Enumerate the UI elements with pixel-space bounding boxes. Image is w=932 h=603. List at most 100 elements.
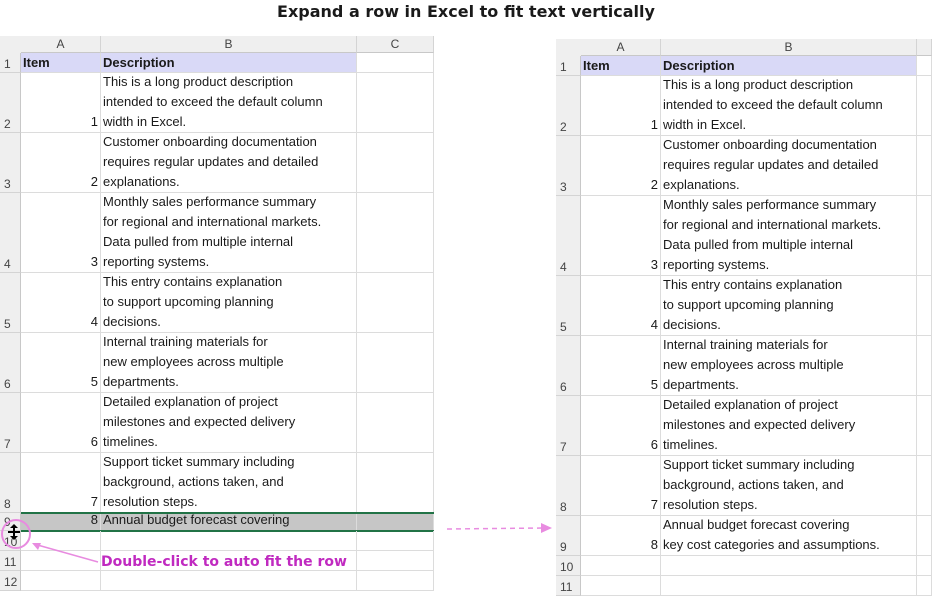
row-header[interactable]: 12: [0, 571, 21, 591]
row-header[interactable]: 8: [556, 456, 581, 516]
empty-cell[interactable]: [917, 396, 932, 456]
empty-cell[interactable]: [661, 576, 917, 596]
row-header[interactable]: 2: [556, 76, 581, 136]
item-cell[interactable]: 7: [581, 456, 661, 516]
item-cell[interactable]: 1: [21, 73, 101, 133]
item-cell[interactable]: 2: [21, 133, 101, 193]
select-all-corner[interactable]: [556, 39, 582, 57]
row-number: 4: [560, 260, 567, 274]
header-cell-description[interactable]: Description: [661, 56, 917, 76]
empty-cell[interactable]: [357, 193, 434, 273]
description-cell[interactable]: Internal training materials for new empl…: [101, 333, 357, 393]
empty-cell[interactable]: [357, 273, 434, 333]
row-header[interactable]: 5: [556, 276, 581, 336]
empty-cell[interactable]: [357, 73, 434, 133]
empty-cell[interactable]: [661, 556, 917, 576]
row-header[interactable]: 4: [0, 193, 21, 273]
row-header[interactable]: 8: [0, 453, 21, 513]
row-number: 4: [4, 257, 11, 271]
column-header-b[interactable]: B: [661, 39, 917, 56]
empty-cell[interactable]: [357, 53, 434, 73]
item-cell[interactable]: 7: [21, 453, 101, 513]
description-cell[interactable]: Customer onboarding documentation requir…: [661, 136, 917, 196]
empty-cell[interactable]: [917, 516, 932, 556]
empty-cell[interactable]: [357, 333, 434, 393]
row-number: 7: [560, 440, 567, 454]
row-header[interactable]: 6: [556, 336, 581, 396]
row-header[interactable]: 9: [556, 516, 581, 556]
item-cell[interactable]: 1: [581, 76, 661, 136]
empty-cell[interactable]: [357, 551, 434, 571]
description-cell[interactable]: This is a long product description inten…: [101, 73, 357, 133]
row-header[interactable]: 1: [556, 56, 581, 76]
column-header-a[interactable]: A: [581, 39, 661, 56]
row-header[interactable]: 6: [0, 333, 21, 393]
empty-cell[interactable]: [101, 531, 357, 551]
empty-cell[interactable]: [21, 571, 101, 591]
empty-cell[interactable]: [101, 571, 357, 591]
row-number: 12: [4, 575, 18, 589]
header-cell-item[interactable]: Item: [581, 56, 661, 76]
select-all-corner[interactable]: [0, 36, 22, 54]
empty-cell[interactable]: [357, 513, 434, 531]
empty-cell[interactable]: [917, 336, 932, 396]
item-cell[interactable]: 5: [21, 333, 101, 393]
column-header-a[interactable]: A: [21, 36, 101, 53]
empty-cell[interactable]: [917, 556, 932, 576]
row-header[interactable]: 4: [556, 196, 581, 276]
empty-cell[interactable]: [357, 393, 434, 453]
empty-cell[interactable]: [917, 56, 932, 76]
header-cell-description[interactable]: Description: [101, 53, 357, 73]
empty-cell[interactable]: [917, 76, 932, 136]
item-cell[interactable]: 3: [21, 193, 101, 273]
item-cell[interactable]: 8: [21, 513, 101, 531]
row-header[interactable]: 11: [556, 576, 581, 596]
empty-cell[interactable]: [357, 571, 434, 591]
row-header[interactable]: 10: [556, 556, 581, 576]
description-cell[interactable]: Internal training materials for new empl…: [661, 336, 917, 396]
description-cell[interactable]: This entry contains explanation to suppo…: [101, 273, 357, 333]
description-cell[interactable]: Support ticket summary including backgro…: [101, 453, 357, 513]
item-cell[interactable]: 4: [21, 273, 101, 333]
row-header[interactable]: 7: [0, 393, 21, 453]
row-header[interactable]: 1: [0, 53, 21, 73]
description-cell[interactable]: Detailed explanation of project mileston…: [101, 393, 357, 453]
description-cell[interactable]: Annual budget forecast covering key cost…: [661, 516, 917, 556]
description-cell[interactable]: Monthly sales performance summary for re…: [101, 193, 357, 273]
row-header[interactable]: 3: [556, 136, 581, 196]
description-cell[interactable]: Detailed explanation of project mileston…: [661, 396, 917, 456]
description-cell[interactable]: Annual budget forecast covering: [101, 513, 357, 531]
description-cell[interactable]: This is a long product description inten…: [661, 76, 917, 136]
row-header[interactable]: 3: [0, 133, 21, 193]
row-header[interactable]: 11: [0, 551, 21, 571]
item-cell[interactable]: 2: [581, 136, 661, 196]
row-number: 8: [560, 500, 567, 514]
empty-cell[interactable]: [917, 136, 932, 196]
item-cell[interactable]: 3: [581, 196, 661, 276]
row-header[interactable]: 5: [0, 273, 21, 333]
item-cell[interactable]: 8: [581, 516, 661, 556]
item-cell[interactable]: 6: [21, 393, 101, 453]
empty-cell[interactable]: [917, 276, 932, 336]
row-header[interactable]: 2: [0, 73, 21, 133]
empty-cell[interactable]: [917, 576, 932, 596]
empty-cell[interactable]: [357, 453, 434, 513]
description-cell[interactable]: Customer onboarding documentation requir…: [101, 133, 357, 193]
item-cell[interactable]: 5: [581, 336, 661, 396]
empty-cell[interactable]: [357, 133, 434, 193]
column-header-c[interactable]: C: [357, 36, 434, 53]
empty-cell[interactable]: [917, 196, 932, 276]
row-header[interactable]: 7: [556, 396, 581, 456]
item-cell[interactable]: 6: [581, 396, 661, 456]
column-header-b[interactable]: B: [101, 36, 357, 53]
empty-cell[interactable]: [917, 456, 932, 516]
description-cell[interactable]: This entry contains explanation to suppo…: [661, 276, 917, 336]
description-cell[interactable]: Monthly sales performance summary for re…: [661, 196, 917, 276]
empty-cell[interactable]: [581, 576, 661, 596]
column-header-c[interactable]: [917, 39, 932, 56]
empty-cell[interactable]: [357, 531, 434, 551]
description-cell[interactable]: Support ticket summary including backgro…: [661, 456, 917, 516]
item-cell[interactable]: 4: [581, 276, 661, 336]
header-cell-item[interactable]: Item: [21, 53, 101, 73]
empty-cell[interactable]: [581, 556, 661, 576]
